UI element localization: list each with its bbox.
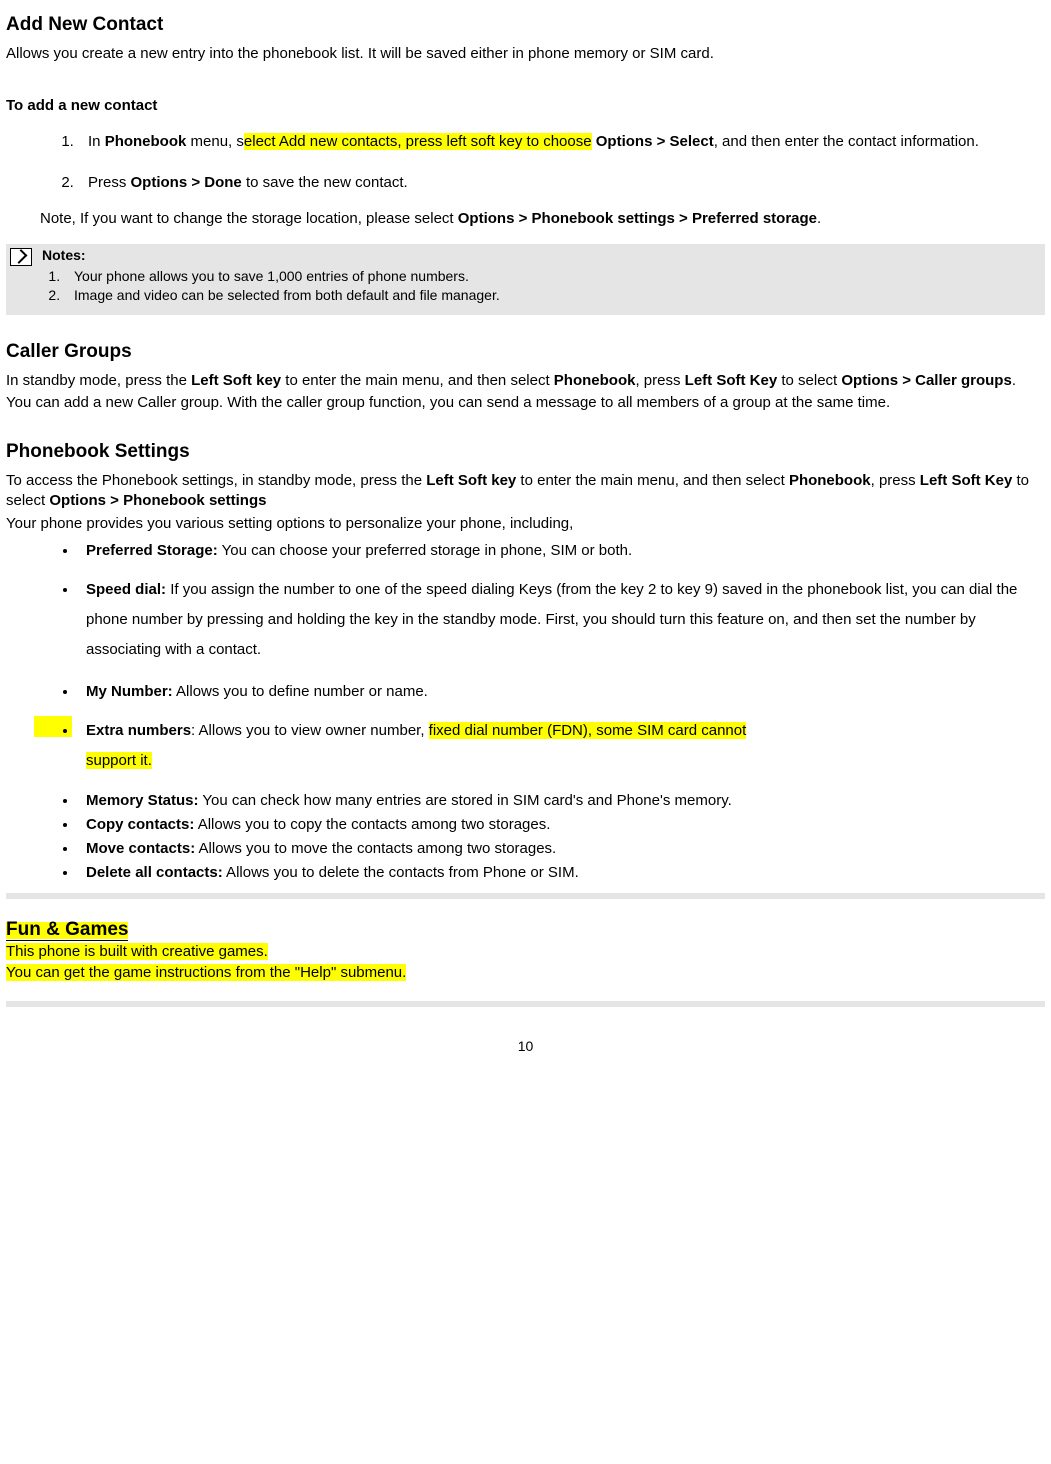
text: If you assign the number to one of the s… [86,581,1017,658]
label: Preferred Storage: [86,542,218,559]
text: to enter the main menu, and then select [281,372,554,389]
text: You can check how many entries are store… [199,792,732,809]
list-item: Delete all contacts: Allows you to delet… [78,862,1045,883]
list-item: Memory Status: You can check how many en… [78,790,1045,811]
text: Allows you to copy the contacts among tw… [194,816,550,833]
text-bold: Left Soft key [426,472,516,489]
label: Move contacts: [86,840,195,857]
fun-games-heading-wrap: Fun & Games [6,917,1045,943]
caller-groups-p1: In standby mode, press the Left Soft key… [6,371,1045,391]
label: Copy contacts: [86,816,194,833]
text: Allows you to move the contacts among tw… [195,840,556,857]
notes-box: Notes: Your phone allows you to save 1,0… [6,244,1045,315]
text: Allows you to delete the contacts from P… [223,864,579,881]
heading-add-new-contact: Add New Contact [6,12,1045,38]
page-number: 10 [6,1037,1045,1056]
text-bold: Options > Phonebook settings > Preferred… [458,210,817,227]
notes-item: Image and video can be selected from bot… [64,286,1041,305]
step-2: Press Options > Done to save the new con… [78,172,1045,193]
text: In standby mode, press the [6,372,191,389]
text-bold: Phonebook [554,372,636,389]
text: To access the Phonebook settings, in sta… [6,472,426,489]
label: Delete all contacts: [86,864,223,881]
list-item: Copy contacts: Allows you to copy the co… [78,814,1045,835]
list-item: My Number: Allows you to define number o… [78,681,1045,702]
notes-item: Your phone allows you to save 1,000 entr… [64,267,1041,286]
text: . [1012,372,1016,389]
step-1: In Phonebook menu, select Add new contac… [78,126,1045,158]
pb-settings-p1: To access the Phonebook settings, in sta… [6,471,1045,512]
fun-games-line1: This phone is built with creative games. [6,942,1045,962]
text: to save the new contact. [242,174,408,191]
label: Extra numbers [86,722,191,739]
settings-list: Preferred Storage: You can choose your p… [6,540,1045,883]
label: Memory Status: [86,792,199,809]
heading-phonebook-settings: Phonebook Settings [6,439,1045,465]
caller-groups-p2: You can add a new Caller group. With the… [6,393,1045,413]
text-bold: Phonebook [789,472,871,489]
highlight: support it. [86,752,152,769]
section-divider [6,1001,1045,1007]
highlight: This phone is built with creative games. [6,943,268,960]
highlight: elect Add new contacts, press left soft … [244,133,592,150]
text: : Allows you to view owner number, [191,722,429,739]
heading-caller-groups: Caller Groups [6,339,1045,365]
list-item: Move contacts: Allows you to move the co… [78,838,1045,859]
intro-text: Allows you create a new entry into the p… [6,44,1045,64]
highlight: You can get the game instructions from t… [6,964,406,981]
label: My Number: [86,683,173,700]
section-divider [6,893,1045,899]
text: menu, s [186,133,244,150]
list-item-extra-numbers: Extra numbers: Allows you to view owner … [78,716,1045,776]
text: to select [777,372,841,389]
fun-games-line2: You can get the game instructions from t… [6,963,1045,983]
text-bold: Options > Select [596,133,714,150]
notes-title: Notes: [42,246,1041,265]
text-bold: Left Soft key [191,372,281,389]
text: Allows you to define number or name. [173,683,428,700]
text-bold: Options > Done [131,174,242,191]
text: , press [635,372,684,389]
storage-note: Note, If you want to change the storage … [40,203,1045,235]
list-item: Speed dial: If you assign the number to … [78,575,1045,665]
text: Note, If you want to change the storage … [40,210,458,227]
label: Speed dial: [86,581,166,598]
text: , press [871,472,920,489]
text: . [817,210,821,227]
text: , and then enter the contact information… [714,133,979,150]
pb-settings-p2: Your phone provides you various setting … [6,514,1045,534]
text-bold: Left Soft Key [685,372,778,389]
text-bold: Options > Phonebook settings [49,492,266,509]
text-bold: Phonebook [105,133,187,150]
text: In [88,133,105,150]
text-bold: Options > Caller groups [841,372,1011,389]
list-item: Preferred Storage: You can choose your p… [78,540,1045,561]
subheading: To add a new contact [6,96,1045,116]
highlight: fixed dial number (FDN), some SIM card c… [429,722,747,739]
text: Press [88,174,131,191]
text: to enter the main menu, and then select [516,472,789,489]
text: You can choose your preferred storage in… [218,542,632,559]
note-icon [10,248,32,266]
steps-list: In Phonebook menu, select Add new contac… [6,126,1045,193]
text-bold: Left Soft Key [920,472,1013,489]
heading-fun-games: Fun & Games [6,919,128,941]
